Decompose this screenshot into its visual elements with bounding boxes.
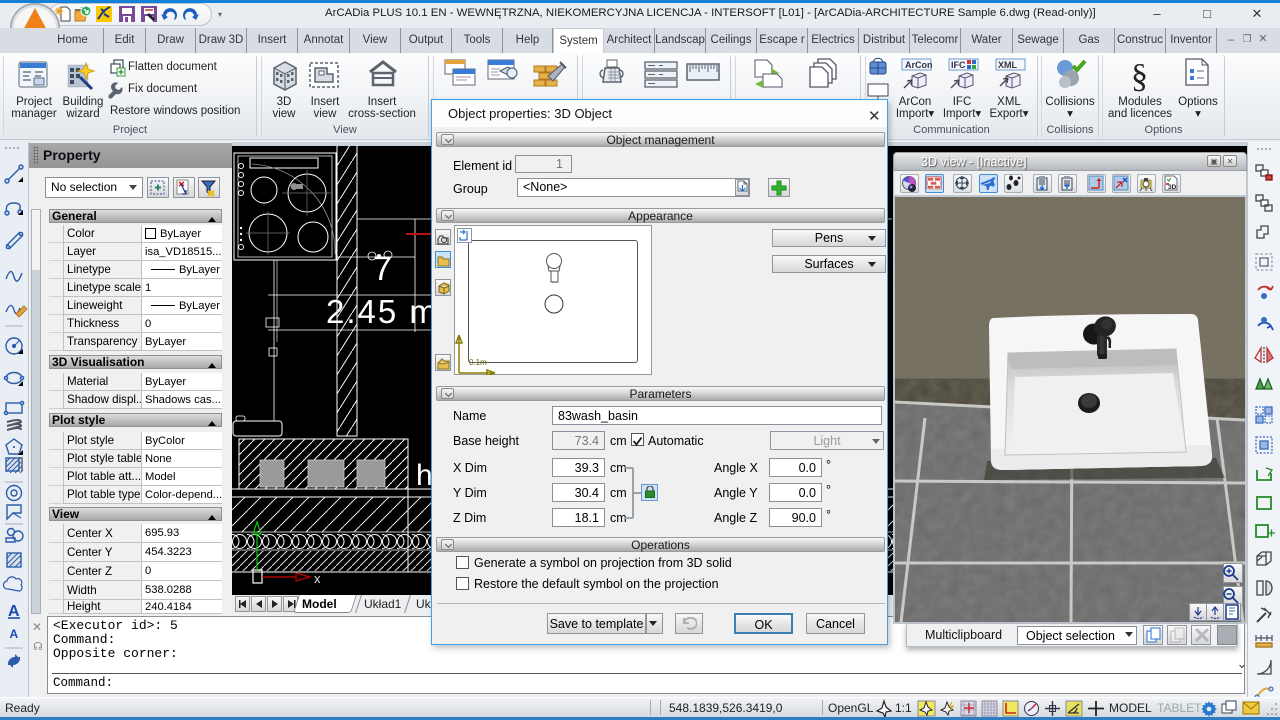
svg-text:IFC: IFC: [951, 60, 966, 70]
svg-text:7: 7: [373, 250, 392, 288]
svg-text:x: x: [314, 571, 321, 586]
svg-text:XML: XML: [998, 60, 1018, 70]
svg-text:§: §: [1131, 58, 1148, 95]
svg-text:ArCon: ArCon: [905, 60, 933, 70]
svg-text:0.1m: 0.1m: [469, 358, 487, 367]
svg-text:A: A: [10, 627, 19, 641]
svg-text:2.45 m: 2.45 m: [326, 293, 439, 330]
svg-text:3D: 3D: [1168, 184, 1177, 191]
